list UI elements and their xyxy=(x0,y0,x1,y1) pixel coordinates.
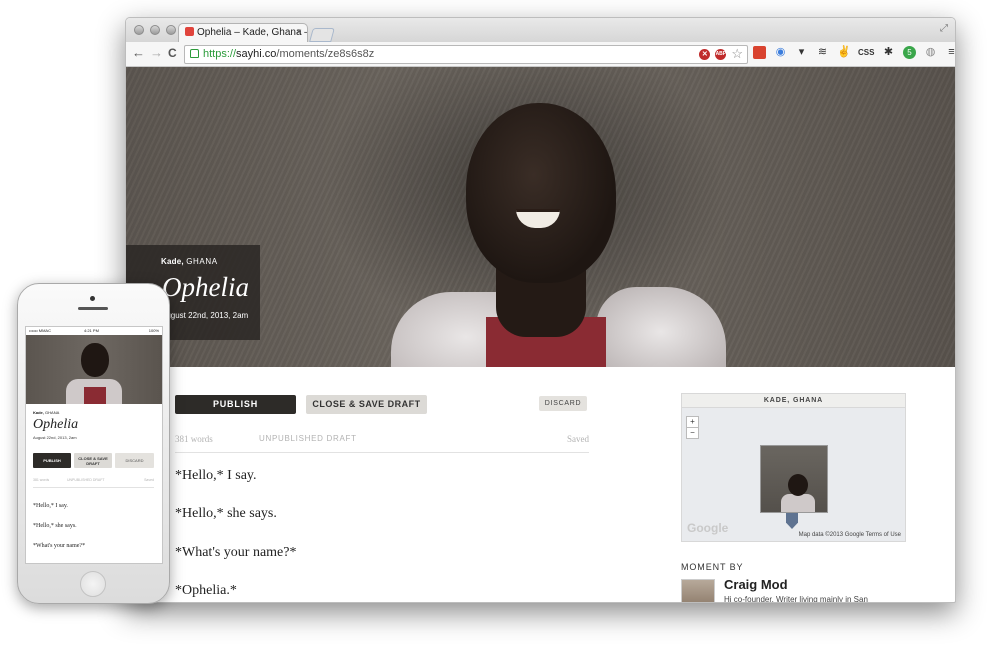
close-save-draft-button[interactable]: CLOSE & SAVE DRAFT xyxy=(306,395,427,414)
body-paragraph[interactable]: *Hello,* she says. xyxy=(175,506,277,522)
forward-icon[interactable]: → xyxy=(150,46,163,60)
bookmark-extension-icon[interactable] xyxy=(753,46,766,59)
close-window-button[interactable] xyxy=(134,25,144,35)
home-button[interactable] xyxy=(80,571,106,597)
phone-draft-status-bar: 381 words UNPUBLISHED DRAFT Saved xyxy=(33,478,154,488)
new-tab-button[interactable] xyxy=(309,28,335,42)
moment-location: Kade, GHANA xyxy=(161,257,218,266)
zoom-window-button[interactable] xyxy=(166,25,176,35)
map-attribution[interactable]: Map data ©2013 Google Terms of Use xyxy=(799,532,901,538)
menu-icon[interactable]: ≡ xyxy=(945,46,955,59)
adblock-plus-icon[interactable]: ABP xyxy=(715,48,727,60)
circle-extension-icon[interactable]: ◉ xyxy=(774,46,787,59)
moment-by-heading: MOMENT BY xyxy=(681,562,744,572)
google-logo: Google xyxy=(687,521,729,535)
phone-close-save-draft-button[interactable]: CLOSE & SAVE DRAFT xyxy=(74,453,112,468)
browser-window: Ophelia – Kade, Ghana — × ⤢ ← → C https:… xyxy=(125,17,956,603)
pocket-icon[interactable]: ▾ xyxy=(795,46,808,59)
earpiece-speaker xyxy=(78,307,108,310)
minimize-window-button[interactable] xyxy=(150,25,160,35)
map-title: KADE, GHANA xyxy=(682,394,905,408)
blocked-icon[interactable]: ✕ xyxy=(699,48,711,60)
body-paragraph[interactable]: *Ophelia.* xyxy=(175,583,237,599)
address-bar[interactable]: https://sayhi.co/moments/ze8s6s8z ✕ ABP … xyxy=(184,45,748,64)
browser-title-bar: Ophelia – Kade, Ghana — × ⤢ xyxy=(126,18,955,42)
css-extension-icon[interactable]: CSS xyxy=(858,46,874,59)
phone-status-bar: •••oo MMAC 4:21 PM 100% xyxy=(29,328,159,333)
publish-button[interactable]: PUBLISH xyxy=(175,395,296,414)
back-icon[interactable]: ← xyxy=(132,46,145,60)
fullscreen-icon[interactable]: ⤢ xyxy=(940,23,948,34)
zoom-in-button[interactable]: + xyxy=(687,417,698,428)
phone-publish-button[interactable]: PUBLISH xyxy=(33,453,71,468)
author-bio: Hi co-founder. Writer living mainly in S… xyxy=(724,595,868,603)
sayhi-favicon-icon xyxy=(185,27,194,36)
body-paragraph[interactable]: *What's your name?* xyxy=(175,545,296,561)
phone-hero-photo xyxy=(26,335,162,404)
phone-moment-date: August 22nd, 2013, 2am xyxy=(33,435,77,440)
save-status: Saved xyxy=(567,434,589,444)
phone-moment-title[interactable]: Ophelia xyxy=(33,417,78,433)
phone-discard-button[interactable]: DISCARD xyxy=(115,453,154,468)
front-camera xyxy=(90,296,95,301)
tab-title: Ophelia – Kade, Ghana — xyxy=(197,27,308,38)
avatar[interactable] xyxy=(681,579,715,602)
word-count: 381 words xyxy=(175,434,213,444)
phone-body-paragraph[interactable]: *Hello,* she says. xyxy=(33,523,77,529)
browser-toolbar: ← → C https://sayhi.co/moments/ze8s6s8z … xyxy=(126,42,955,67)
extension-icons: ◉ ▾ ≋ ✌ CSS ✱ 5 ◍ ≡ xyxy=(753,46,955,59)
star-icon[interactable]: ☆ xyxy=(731,47,743,61)
location-map[interactable]: KADE, GHANA + − Google Map data ©2013 Go… xyxy=(681,393,906,542)
map-photo-thumbnail[interactable] xyxy=(760,445,828,513)
author-name[interactable]: Craig Mod xyxy=(724,577,788,592)
evernote-icon[interactable]: ✌ xyxy=(837,46,851,59)
phone-screen: •••oo MMAC 4:21 PM 100% Kade, GHANA Ophe… xyxy=(25,326,163,564)
lock-icon xyxy=(190,49,199,58)
buffer-icon[interactable]: ≋ xyxy=(816,46,829,59)
browser-tab[interactable]: Ophelia – Kade, Ghana — × xyxy=(178,23,308,42)
green-extension-icon[interactable]: 5 xyxy=(903,46,916,59)
url-text[interactable]: https://sayhi.co/moments/ze8s6s8z xyxy=(203,46,374,62)
iphone-device: •••oo MMAC 4:21 PM 100% Kade, GHANA Ophe… xyxy=(17,283,170,604)
phone-moment-location: Kade, GHANA xyxy=(33,410,60,415)
map-pin-icon xyxy=(786,513,798,529)
omnibox-icons: ✕ ABP ☆ xyxy=(699,47,743,61)
moment-date: August 22nd, 2013, 2am xyxy=(161,311,249,320)
reload-icon[interactable]: C xyxy=(168,46,177,60)
draft-state: UNPUBLISHED DRAFT xyxy=(259,434,357,443)
map-zoom-control: + − xyxy=(686,416,699,439)
draft-status-bar: 381 words UNPUBLISHED DRAFT Saved xyxy=(175,434,589,453)
tab-close-icon[interactable]: × xyxy=(296,24,302,42)
window-controls xyxy=(134,25,176,35)
phone-body-paragraph[interactable]: *What's your name?* xyxy=(33,543,85,549)
discard-button[interactable]: DISCARD xyxy=(539,396,587,411)
globe-icon[interactable]: ◍ xyxy=(924,46,937,59)
gear-icon[interactable]: ✱ xyxy=(882,46,895,59)
phone-body-paragraph[interactable]: *Hello,* I say. xyxy=(33,503,68,509)
body-paragraph[interactable]: *Hello,* I say. xyxy=(175,468,257,484)
moment-title[interactable]: Ophelia xyxy=(162,272,249,303)
zoom-out-button[interactable]: − xyxy=(687,428,698,438)
